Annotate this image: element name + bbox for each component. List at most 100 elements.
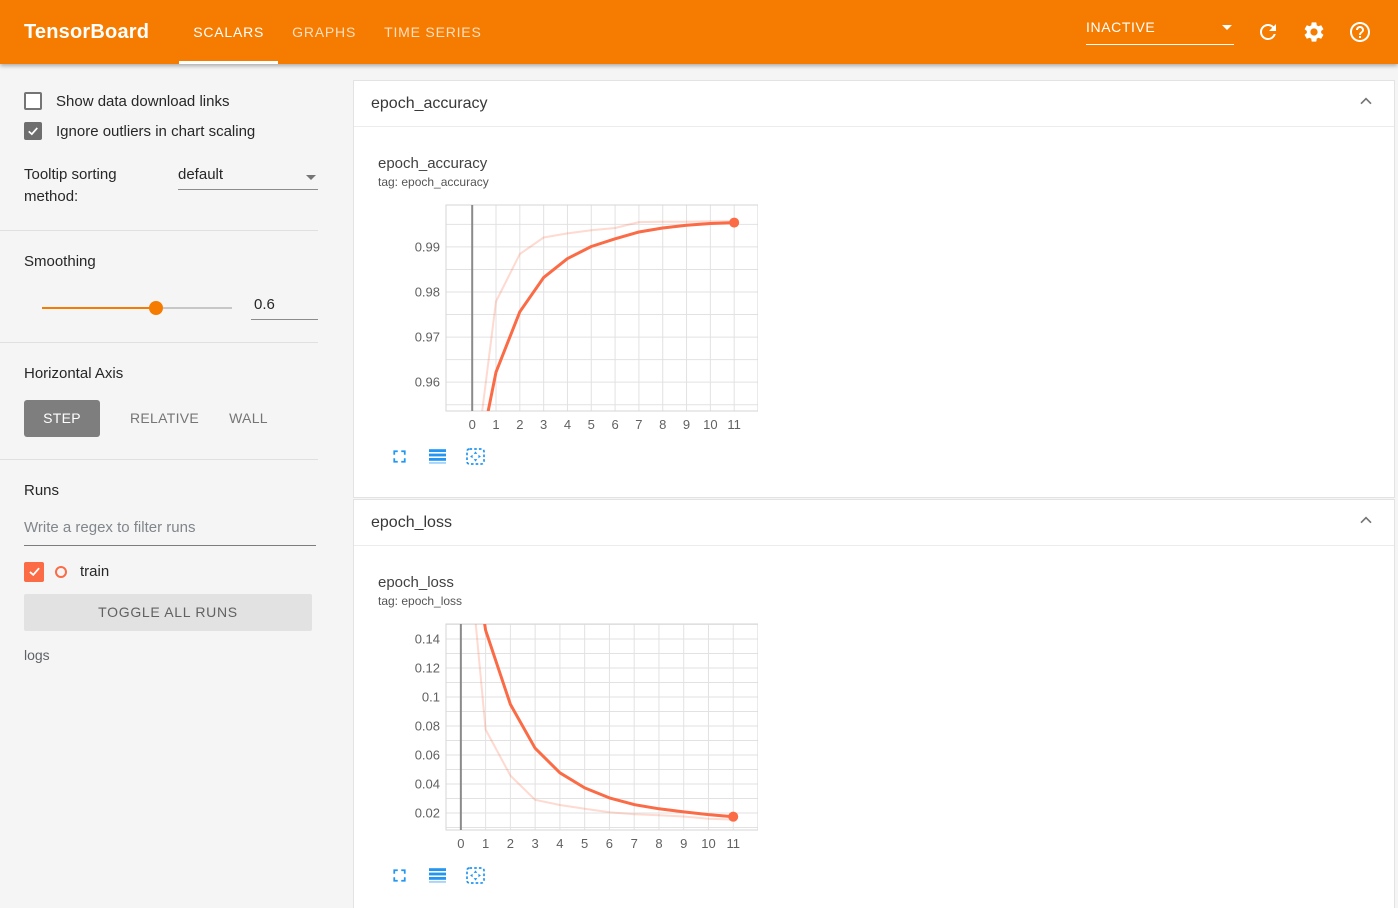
card-header-epoch-loss[interactable]: epoch_loss (354, 500, 1394, 546)
svg-text:7: 7 (631, 836, 638, 851)
sidebar: Show data download links Ignore outliers… (0, 64, 320, 908)
svg-text:10: 10 (703, 417, 717, 432)
scalar-card-epoch-loss: epoch_loss epoch_loss tag: epoch_loss 0.… (353, 499, 1395, 908)
run-color-swatch[interactable] (55, 565, 67, 578)
checkmark-icon (28, 127, 38, 136)
run-filter-input[interactable] (24, 518, 316, 546)
svg-text:0.02: 0.02 (415, 806, 440, 821)
svg-text:0.1: 0.1 (422, 689, 440, 704)
svg-text:0.96: 0.96 (415, 375, 440, 390)
tab-bar: SCALARS GRAPHS TIME SERIES (179, 0, 495, 64)
runs-footer-label: logs (24, 646, 50, 663)
svg-text:11: 11 (726, 836, 740, 851)
svg-text:4: 4 (564, 417, 571, 432)
collapse-card-button[interactable] (1354, 92, 1378, 116)
svg-text:6: 6 (606, 836, 613, 851)
card-title: epoch_accuracy (371, 94, 488, 112)
svg-text:0.97: 0.97 (415, 330, 440, 345)
svg-text:1: 1 (492, 417, 499, 432)
smoothing-value[interactable]: 0.6 (251, 296, 318, 320)
svg-text:0.98: 0.98 (415, 284, 440, 299)
chart-tag: tag: epoch_loss (378, 594, 463, 608)
smoothing-slider-thumb[interactable] (149, 300, 163, 315)
chart-tag: tag: epoch_accuracy (378, 175, 489, 189)
svg-text:3: 3 (532, 836, 539, 851)
lines-icon (429, 449, 446, 464)
show-download-links-checkbox[interactable] (24, 92, 42, 110)
fullscreen-icon (393, 450, 406, 463)
reload-status-value: INACTIVE (1086, 19, 1156, 35)
runs-heading: Runs (24, 481, 60, 499)
svg-text:0: 0 (457, 836, 464, 851)
expand-chart-button[interactable] (389, 865, 410, 886)
svg-text:8: 8 (659, 417, 666, 432)
expand-chart-button[interactable] (389, 446, 410, 467)
run-row-train: train (24, 561, 318, 582)
scalar-card-epoch-accuracy: epoch_accuracy epoch_accuracy tag: epoch… (353, 80, 1395, 498)
chart-actions (389, 446, 1394, 467)
chevron-up-icon (1360, 97, 1372, 105)
horizontal-axis-heading: Horizontal Axis (24, 364, 124, 382)
refresh-button[interactable] (1256, 20, 1280, 44)
svg-text:4: 4 (556, 836, 563, 851)
tooltip-sorting-label: Tooltip sorting method: (24, 166, 117, 205)
svg-text:9: 9 (683, 417, 690, 432)
line-chart-epoch-loss[interactable]: 0.02 0.04 0.06 0.08 0.1 0.12 0.14 0 1 2 3 4 5 6 7 8 9 10 1… (378, 612, 759, 857)
chart-actions (389, 865, 1394, 886)
settings-button[interactable] (1302, 20, 1326, 44)
svg-text:1: 1 (482, 836, 489, 851)
svg-text:0.06: 0.06 (415, 747, 440, 762)
app-header: TensorBoard SCALARS GRAPHS TIME SERIES I… (0, 0, 1398, 64)
svg-text:6: 6 (611, 417, 618, 432)
show-download-links-label: Show data download links (56, 92, 230, 110)
smoothing-slider-fill (42, 306, 156, 309)
axis-step-button[interactable]: STEP (24, 399, 100, 437)
app-title: TensorBoard (24, 20, 150, 43)
gear-icon (1304, 22, 1324, 42)
svg-text:2: 2 (516, 417, 523, 432)
tooltip-sorting-value: default (178, 166, 224, 183)
collapse-card-button[interactable] (1354, 511, 1378, 535)
tab-scalars[interactable]: SCALARS (179, 0, 279, 64)
axis-relative-button[interactable]: RELATIVE (130, 410, 199, 426)
sidebar-divider (0, 341, 318, 343)
line-chart-epoch-accuracy[interactable]: 0.96 0.97 0.98 0.99 0 1 2 3 4 5 6 7 8 9 10 11 (378, 193, 759, 438)
sidebar-divider (0, 458, 318, 460)
chevron-down-icon (306, 175, 316, 180)
fit-domain-button[interactable] (465, 446, 486, 467)
main-content: epoch_accuracy epoch_accuracy tag: epoch… (353, 80, 1395, 908)
sidebar-divider (0, 229, 318, 231)
svg-text:0.12: 0.12 (415, 660, 440, 675)
svg-text:5: 5 (588, 417, 595, 432)
tab-time-series[interactable]: TIME SERIES (370, 0, 495, 64)
svg-text:0.14: 0.14 (415, 631, 440, 646)
ignore-outliers-checkbox[interactable] (24, 122, 42, 140)
log-scale-toggle-button[interactable] (427, 865, 448, 886)
reload-status-dropdown[interactable]: INACTIVE (1086, 19, 1234, 45)
run-train-checkbox[interactable] (24, 561, 44, 582)
svg-text:9: 9 (680, 836, 687, 851)
help-button[interactable] (1348, 20, 1372, 44)
smoothing-slider[interactable] (42, 300, 232, 315)
chevron-up-icon (1360, 516, 1372, 524)
fit-domain-button[interactable] (465, 865, 486, 886)
axis-wall-button[interactable]: WALL (229, 410, 268, 426)
checkmark-icon (28, 567, 40, 577)
svg-text:5: 5 (581, 836, 588, 851)
svg-text:11: 11 (727, 417, 741, 432)
chart-title: epoch_loss (378, 574, 454, 591)
tooltip-sorting-dropdown[interactable]: default (178, 166, 318, 190)
fit-to-data-icon (466, 448, 485, 465)
fit-to-data-icon (466, 867, 485, 884)
log-scale-toggle-button[interactable] (427, 446, 448, 467)
run-train-label: train (80, 563, 110, 580)
tab-graphs[interactable]: GRAPHS (278, 0, 370, 64)
svg-text:0: 0 (469, 417, 476, 432)
svg-text:10: 10 (701, 836, 715, 851)
fullscreen-icon (393, 869, 406, 882)
svg-text:8: 8 (655, 836, 662, 851)
toggle-all-runs-button[interactable]: TOGGLE ALL RUNS (24, 593, 312, 631)
svg-text:7: 7 (635, 417, 642, 432)
refresh-icon (1260, 24, 1276, 40)
card-header-epoch-accuracy[interactable]: epoch_accuracy (354, 81, 1394, 127)
